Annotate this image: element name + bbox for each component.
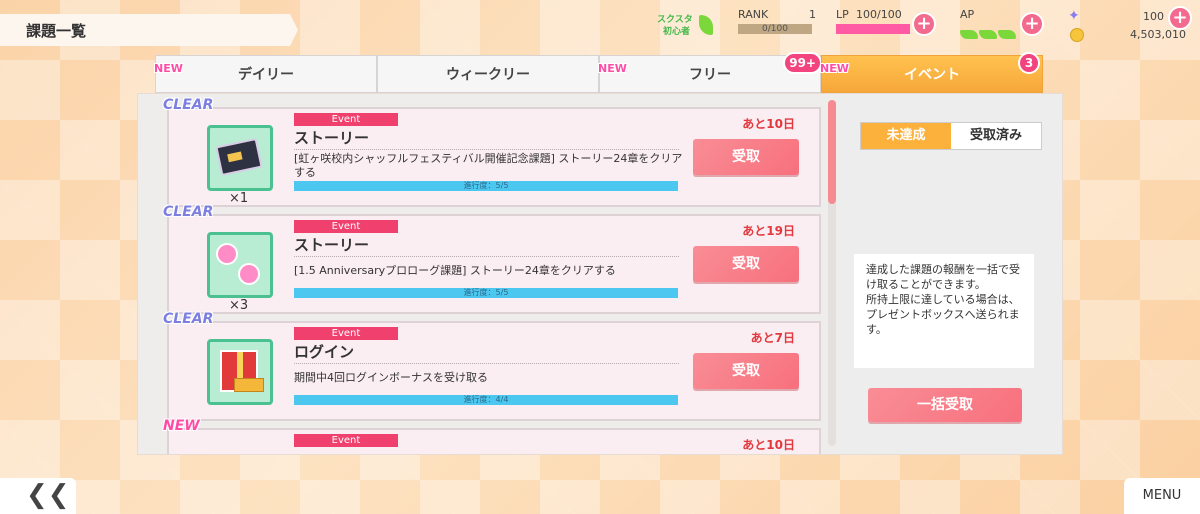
gold-bar-icon [234,378,264,392]
lp-plus-button[interactable]: + [912,12,936,36]
divider [294,256,679,257]
reward-quantity: ×3 [229,298,249,313]
gem-plus-button[interactable]: + [1168,6,1192,30]
ticket-icon [215,137,263,177]
gold-coin-icon [1070,28,1084,42]
scrollbar[interactable] [828,100,836,446]
filter-unachieved[interactable]: 未達成 [861,123,951,149]
tab-free-label: フリー [689,67,731,83]
ap-status: AP + [960,6,1046,46]
clear-label: CLEAR [163,311,214,327]
receive-button[interactable]: 受取 [693,139,799,175]
page-title: 課題一覧 [26,22,87,40]
progress-text: 進行度：4/4 [463,395,509,404]
progress-bar: 進行度：5/5 [294,181,678,191]
new-label: NEW [163,418,200,434]
event-tag: Event [294,434,398,447]
ap-plus-button[interactable]: + [1020,12,1044,36]
mission-card: CLEAR ×3 Event ストーリー [1.5 Anniversaryプロロ… [163,204,821,314]
tab-weekly-label: ウィークリー [446,67,530,83]
tab-event-label: イベント [904,67,960,83]
ap-leaf-icon [960,30,978,39]
mission-description: [虹ヶ咲校内シャッフルフェスティバル開催記念課題] ストーリー24章をクリアする [294,152,683,179]
gem-count: 100 [1143,10,1164,23]
progress-text: 進行度：5/5 [463,181,509,190]
candy-icon [238,263,260,285]
tab-free-badge: 99+ [783,52,822,74]
ap-label: AP [960,8,975,21]
info-text: 達成した課題の報酬を一括で受け取ることができます。 所持上限に達している場合は、… [854,254,1034,368]
receive-button[interactable]: 受取 [693,353,799,389]
lp-status: LP 100/100 + [836,6,938,46]
menu-button[interactable]: MENU [1124,478,1200,514]
reward-item[interactable] [207,125,273,191]
tab-event[interactable]: イベント NEW 3 [820,52,1043,93]
mission-title: ストーリー [294,129,370,147]
filter-received[interactable]: 受取済み [951,123,1041,149]
reward-item[interactable] [207,339,273,405]
side-panel: 未達成 受取済み 達成した課題の報酬を一括で受け取ることができます。 所持上限に… [840,94,1062,454]
double-chevron-left-icon: ❮❮ [26,480,70,510]
ap-leaf-icon [998,30,1016,39]
mission-description: 期間中4回ログインボーナスを受け取る [294,371,488,384]
mission-card: NEW Event あと10日 [163,418,821,454]
tab-event-badge: 3 [1018,52,1040,74]
divider [294,363,679,364]
event-tag: Event [294,220,398,233]
scrollbar-thumb[interactable] [828,100,836,204]
lp-value: 100/100 [856,8,902,21]
lp-label: LP [836,8,849,21]
back-button[interactable]: ❮❮ [0,478,76,514]
tab-weekly[interactable]: ウィークリー [377,55,599,93]
reward-item[interactable] [207,232,273,298]
tab-event-new-label: NEW [820,62,849,75]
tab-bar: デイリー NEW ウィークリー フリー NEW 99+ イベント NEW 3 [154,52,1043,95]
rank-value: 1 [809,8,816,21]
progress-text: 進行度：5/5 [463,288,509,297]
deadline: あと10日 [742,117,795,131]
deadline: あと19日 [742,224,795,238]
reward-quantity: ×1 [229,191,249,206]
gold-count: 4,503,010 [1130,28,1186,41]
mission-card: CLEAR Event ログイン 期間中4回ログインボーナスを受け取る 進行度：… [163,311,821,421]
clear-label: CLEAR [163,97,214,113]
ap-leaf-icon [979,30,997,39]
title-bar: 課題一覧 [0,14,298,46]
candy-icon [216,243,238,265]
progress-bar: 進行度：5/5 [294,288,678,298]
mission-title: ログイン [294,343,355,361]
receive-button[interactable]: 受取 [693,246,799,282]
mission-card: CLEAR ×1 Event ストーリー [虹ヶ咲校内シャッフルフェスティバル開… [163,97,821,207]
mission-title: ストーリー [294,236,370,254]
event-tag: Event [294,113,398,126]
clear-label: CLEAR [163,204,214,220]
divider [294,149,679,150]
tab-daily[interactable]: デイリー NEW [154,55,377,93]
tab-free-new-label: NEW [598,62,627,75]
rank-exp-bar: 0/100 [738,24,812,34]
mission-description: [1.5 Anniversaryプロローグ課題] ストーリー24章をクリアする [294,264,616,277]
deadline: あと7日 [750,331,795,345]
beginner-badge-line2: 初心者 [663,27,691,37]
rank-label: RANK [738,8,769,21]
status-filter: 未達成 受取済み [860,122,1042,150]
deadline: あと10日 [742,438,795,452]
mission-panel: CLEAR ×1 Event ストーリー [虹ヶ咲校内シャッフルフェスティバル開… [137,93,1063,455]
currency-status: ✦ 100 + 4,503,010 [1068,6,1194,46]
beginner-badge[interactable]: スクスタ 初心者 [655,12,713,40]
rank-status: RANK 1 0/100 [738,6,818,46]
bulk-receive-button[interactable]: 一括受取 [868,388,1022,422]
lp-bar [836,24,910,34]
mission-list[interactable]: CLEAR ×1 Event ストーリー [虹ヶ咲校内シャッフルフェスティバル開… [138,94,840,454]
tab-daily-new-label: NEW [154,62,183,75]
tab-free[interactable]: フリー NEW 99+ [598,52,822,93]
star-gem-icon: ✦ [1068,8,1080,24]
rank-exp-text: 0/100 [762,24,788,34]
ap-leaves [960,24,1017,43]
tab-daily-label: デイリー [238,67,294,83]
leaf-icon [699,15,713,35]
progress-bar: 進行度：4/4 [294,395,678,405]
event-tag: Event [294,327,398,340]
